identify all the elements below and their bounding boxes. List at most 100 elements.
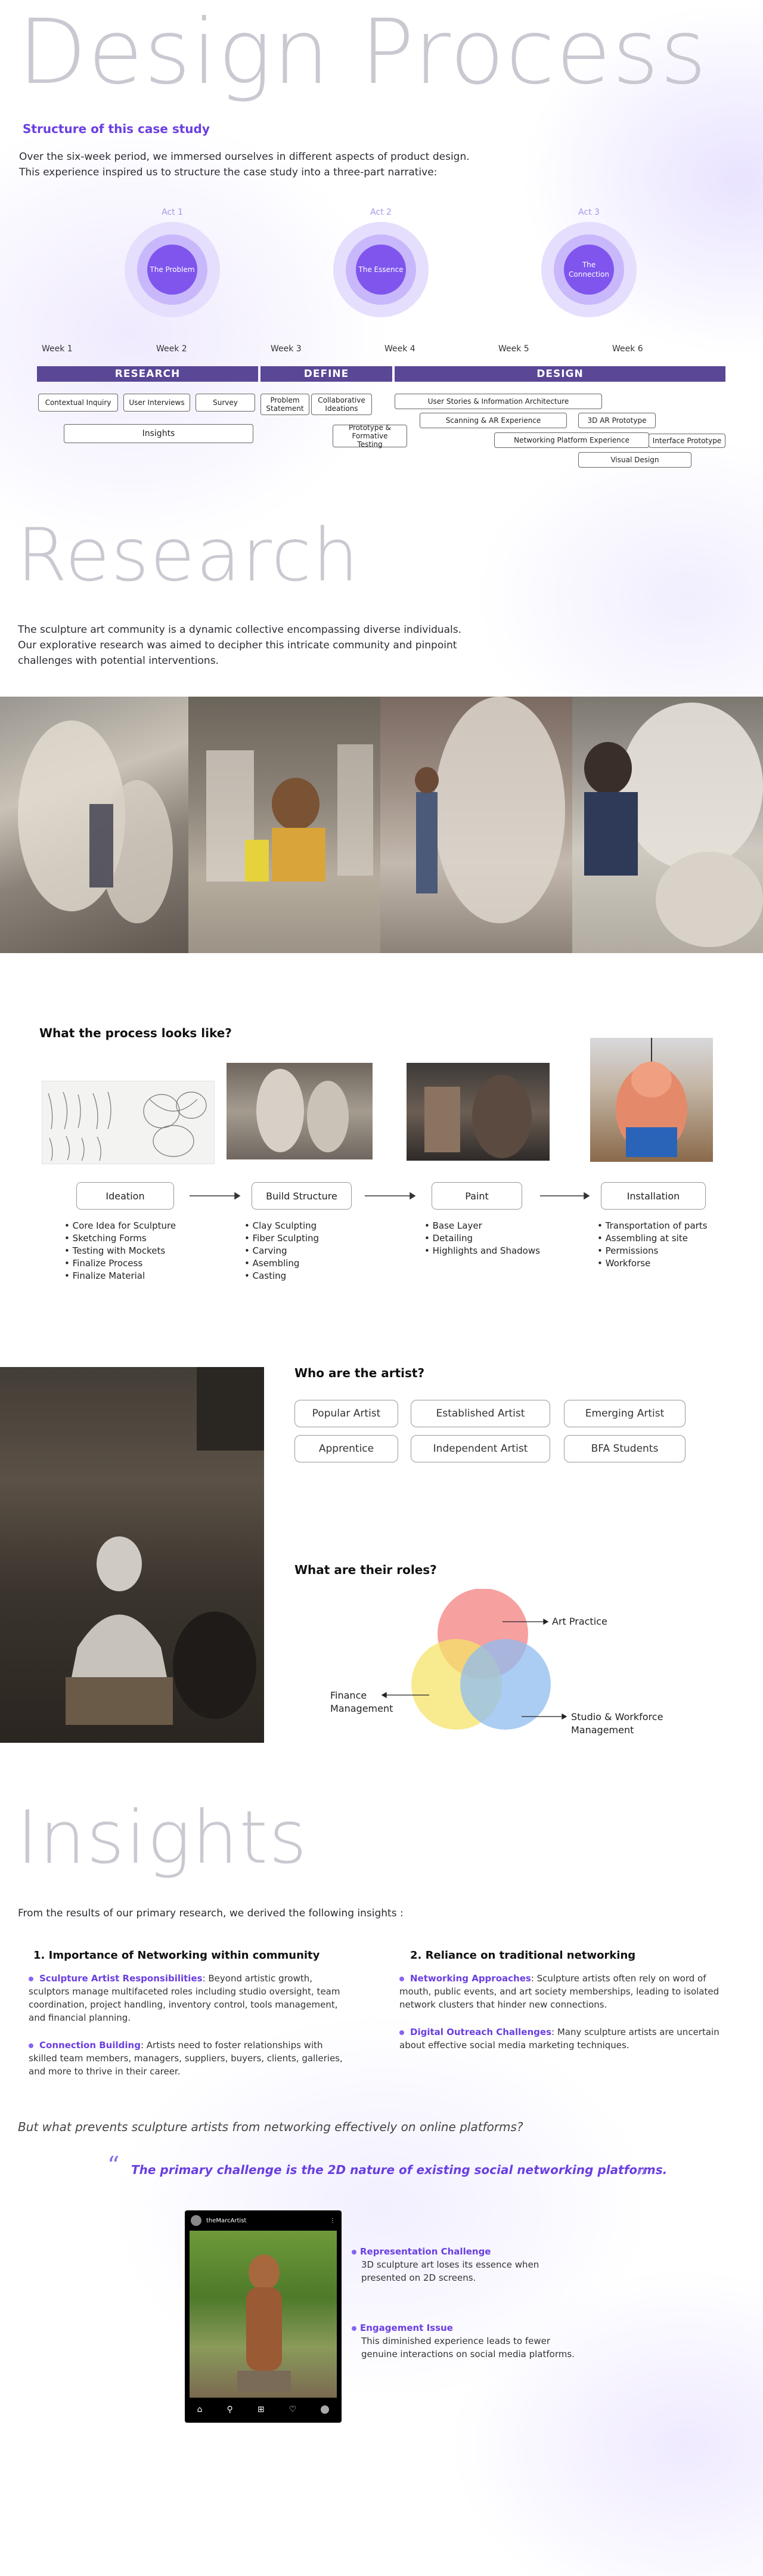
stage-list-build: Clay Sculpting Fiber Sculpting Carving A… [244,1220,319,1282]
arrow-head-icon [562,1713,567,1720]
act-label: Act 3 [578,208,600,217]
search-icon[interactable]: ⚲ [227,2405,233,2414]
stage-item: Highlights and Shadows [424,1245,540,1257]
insight-2-p1: Networking Approaches: Sculpture artists… [399,1972,721,2011]
week-label: Week 5 [498,344,529,354]
stage-item: Testing with Mockets [64,1245,176,1257]
instagram-phone-mock: theMarcArtist ⋮ ⌂ ⚲ ⊞ ♡ [185,2210,342,2423]
task-user-stories: User Stories & Information Architecture [395,394,602,409]
artist-type-pill: BFA Students [564,1435,686,1462]
stage-item: Transportation of parts [597,1220,708,1232]
bust-photo-shape [66,1367,264,1725]
sculpture-photo-shape [18,720,173,923]
challenge-2-title: Engagement Issue [360,2323,453,2333]
arrow-head-icon [584,1192,590,1200]
structure-heading: Structure of this case study [23,122,210,136]
research-photo-1 [0,697,188,953]
insights-intro: From the results of our primary research… [18,1907,404,1919]
phase-research: RESEARCH [37,366,258,382]
phase-define: DEFINE [260,366,392,382]
artist-bust-photo [0,1367,264,1743]
bullet-icon [399,2030,404,2035]
phone-header: theMarcArtist ⋮ [185,2210,342,2231]
home-icon[interactable]: ⌂ [197,2405,203,2414]
act-title: The Essence [356,245,406,295]
artist-type-pill: Independent Artist [411,1435,550,1462]
task-networking-platform: Networking Platform Experience [494,432,649,448]
bullet-icon [352,2325,356,2331]
sketch-icon [48,1091,207,1161]
phase-design: DESIGN [395,366,725,382]
stage-item: Clay Sculpting [244,1220,319,1232]
stage-list-installation: Transportation of parts Assembling at si… [597,1220,708,1270]
artist-type-pill: Emerging Artist [564,1400,686,1427]
task-collaborative-ideations: Collaborative Ideations [311,394,372,415]
arrow-head-icon [234,1192,241,1200]
structure-line1: Over the six-week period, we immersed ou… [19,151,470,163]
stage-list-paint: Base Layer Detailing Highlights and Shad… [424,1220,540,1257]
profile-icon[interactable] [321,2405,330,2414]
challenge-1-title: Representation Challenge [360,2246,491,2257]
research-photo-3 [380,697,572,953]
sculpture-post-shape [237,2255,291,2392]
week-label: Week 2 [156,344,187,354]
phone-post-image [190,2231,337,2398]
sculpture-photo-shape [415,697,565,923]
heart-icon[interactable]: ♡ [289,2405,297,2414]
hero-title: Design Process [18,1,708,104]
act-label: Act 1 [162,208,183,217]
research-line3: challenges with potential interventions. [18,655,219,667]
insight-1-p1: Sculpture Artist Responsibilities: Beyon… [29,1972,345,2024]
stage-item: Sketching Forms [64,1232,176,1245]
more-icon[interactable]: ⋮ [330,2218,336,2224]
structure-line2: This experience inspired us to structure… [19,166,438,178]
insight-label: Connection Building [39,2040,141,2051]
stage-item: Carving [244,1245,319,1257]
challenge-1: Representation Challenge 3D sculpture ar… [352,2245,578,2284]
challenge-2-text: This diminished experience leads to fewe… [361,2336,575,2359]
bullet-icon [29,1976,33,1981]
process-image-installation [590,1038,713,1162]
artists-heading: Who are the artist? [294,1366,425,1380]
task-survey: Survey [196,394,255,412]
ganesha-photo-shape [616,1038,687,1157]
role-art-practice: Art Practice [552,1616,607,1627]
act-title: The Problem [147,245,197,295]
add-post-icon[interactable]: ⊞ [258,2405,265,2414]
week-label: Week 6 [612,344,643,354]
task-problem-statement: Problem Statement [260,394,309,415]
insights-question: But what prevents sculpture artists from… [18,2120,523,2134]
arrow-head-icon [410,1192,416,1200]
stage-item: Workforse [597,1257,708,1270]
stage-item: Asembling [244,1257,319,1270]
act-title: The Connection [564,245,614,295]
research-photo-2 [188,697,380,953]
open-quote-icon: “ [107,2152,120,2179]
process-image-ideation [42,1081,215,1164]
close-quote-icon: ” [635,2165,648,2192]
stage-item: Fiber Sculpting [244,1232,319,1245]
insight-2-p2: Digital Outreach Challenges: Many sculpt… [399,2025,721,2052]
insight-label: Networking Approaches [410,1973,531,1984]
stage-item: Assembling at site [597,1232,708,1245]
research-line1: The sculpture art community is a dynamic… [18,624,462,636]
insight-1-heading: 1. Importance of Networking within commu… [33,1949,320,1962]
primary-challenge-quote: The primary challenge is the 2D nature o… [131,2163,668,2177]
task-3d-ar-prototype: 3D AR Prototype [578,413,656,428]
process-image-build [227,1063,373,1159]
stage-list-ideation: Core Idea for Sculpture Sketching Forms … [64,1220,176,1282]
week-label: Week 3 [271,344,302,354]
act-2: Act 2 The Essence [333,208,429,317]
stage-item: Finalize Material [64,1270,176,1282]
task-user-interviews: User Interviews [123,394,190,412]
stage-item: Permissions [597,1245,708,1257]
stage-item: Core Idea for Sculpture [64,1220,176,1232]
task-prototype-formative: Prototype & Formative Testing [333,423,407,449]
process-image-paint [407,1063,550,1161]
task-interface-prototype: Interface Prototype [649,434,725,448]
paint-photo-shape [424,1075,532,1158]
research-photo-4 [572,697,763,953]
insight-label: Sculpture Artist Responsibilities [39,1973,203,1984]
bullet-icon [29,2043,33,2048]
bullet-icon [352,2249,356,2255]
